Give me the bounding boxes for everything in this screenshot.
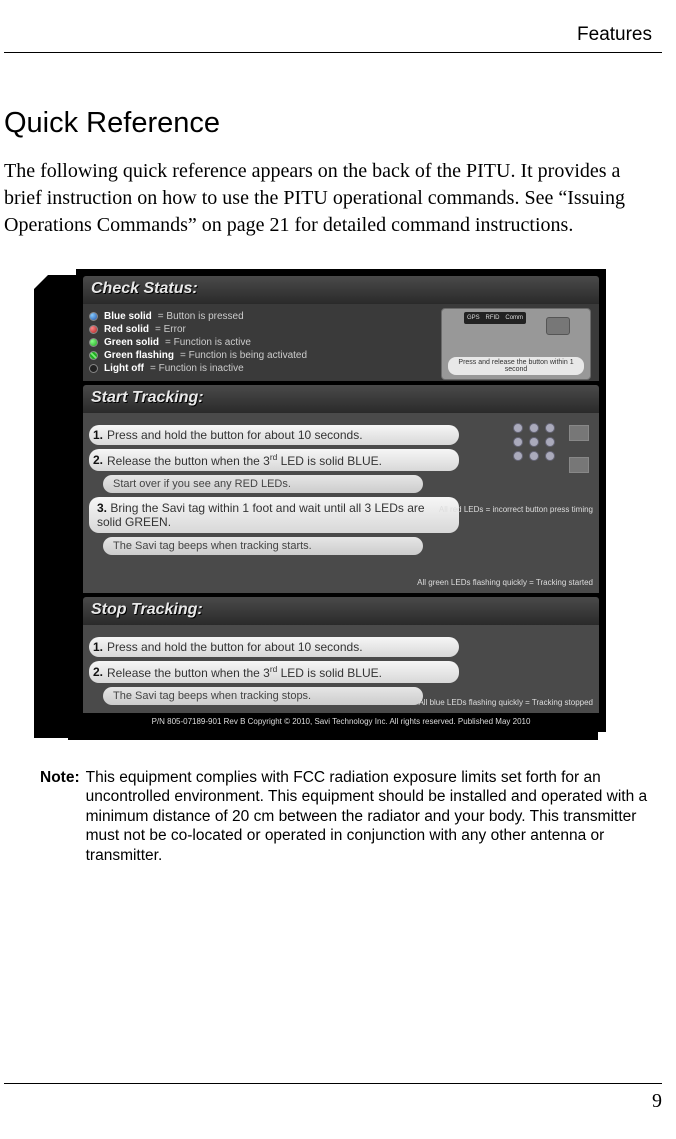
step-text: Press and hold the button for about 10 s… — [107, 640, 363, 654]
step-number: 1. — [93, 640, 103, 654]
stamp-icon — [569, 457, 589, 473]
start-tracking-body: 1. Press and hold the button for about 1… — [83, 413, 599, 593]
start-substep-1: Start over if you see any RED LEDs. — [103, 475, 423, 493]
led-icon — [89, 351, 98, 360]
page-number: 9 — [4, 1090, 662, 1113]
start-sidenote-2: All green LEDs flashing quickly = Tracki… — [417, 578, 593, 587]
intro-paragraph: The following quick reference appears on… — [4, 158, 662, 239]
start-tracking-title: Start Tracking: — [83, 385, 599, 413]
status-desc: = Function is inactive — [150, 363, 244, 374]
page-footer: 9 — [4, 1083, 662, 1113]
status-label: Green solid — [104, 337, 159, 348]
status-label: Blue solid — [104, 311, 152, 322]
page-title: Quick Reference — [4, 107, 662, 140]
reference-card-figure: Check Status: GPS RFID Comm Press and re… — [40, 269, 570, 732]
note-text: This equipment complies with FCC radiati… — [86, 768, 656, 865]
start-step-2: 2. Release the button when the 3rd LED i… — [89, 449, 459, 471]
led-icon — [89, 325, 98, 334]
led-icon — [89, 338, 98, 347]
status-label: Red solid — [104, 324, 149, 335]
footer-rule — [4, 1083, 662, 1084]
device-illustration: GPS RFID Comm Press and release the butt… — [441, 308, 591, 380]
reference-card: Check Status: GPS RFID Comm Press and re… — [76, 269, 606, 732]
step-text: Bring the Savi tag within 1 foot and wai… — [97, 501, 425, 529]
start-step-1: 1. Press and hold the button for about 1… — [89, 425, 459, 445]
step-number: 3. — [97, 501, 107, 515]
step-number: 2. — [93, 665, 103, 679]
led-icon — [89, 364, 98, 373]
step-number: 2. — [93, 453, 103, 467]
step-text: Release the button when the 3rd LED is s… — [107, 452, 382, 468]
start-sidenote-1: All red LEDs = incorrect button press ti… — [439, 505, 593, 514]
status-desc: = Error — [155, 324, 186, 335]
device-tip: Press and release the button within 1 se… — [448, 357, 584, 375]
lcd-label-comm: Comm — [505, 315, 523, 321]
card-footer: P/N 805-07189-901 Rev B Copyright © 2010… — [83, 713, 599, 732]
step-number: 1. — [93, 428, 103, 442]
device-lcd: GPS RFID Comm — [464, 312, 526, 324]
status-desc: = Button is pressed — [158, 311, 244, 322]
start-step-3: 3. Bring the Savi tag within 1 foot and … — [89, 497, 459, 533]
step-text: Press and hold the button for about 10 s… — [107, 428, 363, 442]
note-label: Note: — [40, 768, 80, 865]
lcd-label-gps: GPS — [467, 315, 480, 321]
header-rule — [4, 52, 662, 53]
led-icon — [89, 312, 98, 321]
status-desc: = Function is active — [165, 337, 251, 348]
device-button-graphic — [546, 317, 570, 335]
stop-step-2: 2. Release the button when the 3rd LED i… — [89, 661, 459, 683]
status-label: Light off — [104, 363, 144, 374]
status-desc: = Function is being activated — [180, 350, 307, 361]
start-substep-2: The Savi tag beeps when tracking starts. — [103, 537, 423, 555]
led-grid-icon — [513, 423, 557, 461]
lcd-label-rfid: RFID — [485, 315, 499, 321]
step-text: Release the button when the 3rd LED is s… — [107, 664, 382, 680]
stop-tracking-body: 1. Press and hold the button for about 1… — [83, 625, 599, 713]
stop-substep: The Savi tag beeps when tracking stops. — [103, 687, 423, 705]
header-section-label: Features — [4, 24, 662, 46]
stop-sidenote: All blue LEDs flashing quickly = Trackin… — [418, 698, 593, 707]
check-status-title: Check Status: — [83, 276, 599, 304]
status-label: Green flashing — [104, 350, 174, 361]
stop-tracking-title: Stop Tracking: — [83, 597, 599, 625]
check-status-body: GPS RFID Comm Press and release the butt… — [83, 304, 599, 381]
stop-step-1: 1. Press and hold the button for about 1… — [89, 637, 459, 657]
note-block: Note: This equipment complies with FCC r… — [40, 768, 656, 865]
stamp-icon — [569, 425, 589, 441]
